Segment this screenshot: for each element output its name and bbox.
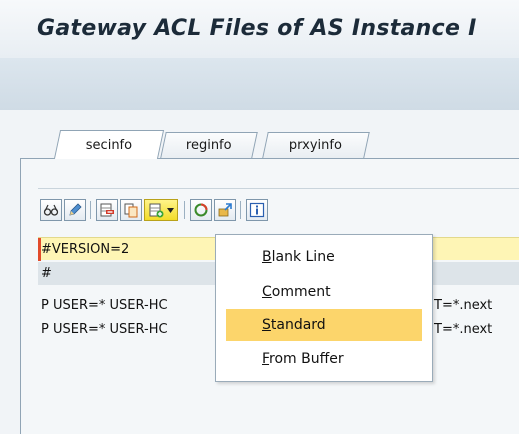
row-text: # (41, 266, 52, 281)
menu-item-label: omment (271, 284, 331, 300)
display-button[interactable] (40, 199, 62, 221)
toolbar-separator (90, 201, 91, 219)
tab-reginfo-label: reginfo (186, 138, 232, 153)
copy-row-icon (124, 203, 138, 218)
insert-row-icon (149, 203, 164, 218)
copy-row-button[interactable] (120, 199, 142, 221)
header-band (0, 58, 519, 111)
menu-item-label: rom Buffer (269, 351, 344, 367)
menu-item-mnemonic: S (262, 317, 271, 333)
edit-button[interactable] (64, 199, 86, 221)
title-bar: Gateway ACL Files of AS Instance I (0, 0, 519, 59)
pencil-icon (69, 203, 82, 216)
glasses-icon (43, 204, 59, 216)
menu-item-mnemonic: C (262, 284, 272, 300)
menu-item-standard[interactable]: Standard (226, 309, 422, 341)
menu-item-mnemonic: F (262, 351, 270, 367)
menu-item-label: tandard (270, 317, 326, 333)
insert-menu: Blank Line Comment Standard From Buffer (215, 234, 433, 382)
tab-prxyinfo[interactable]: prxyinfo (262, 132, 370, 158)
row-text: P USER=* USER-HC (41, 298, 168, 313)
import-icon (218, 203, 232, 217)
toolbar-separator (240, 201, 241, 219)
tab-prxyinfo-label: prxyinfo (289, 138, 343, 153)
menu-item-mnemonic: B (262, 249, 272, 265)
panel-divider (38, 188, 519, 189)
info-icon (249, 202, 265, 218)
tab-secinfo-label: secinfo (85, 137, 133, 153)
tab-reginfo[interactable]: reginfo (160, 132, 258, 158)
menu-item-comment[interactable]: Comment (226, 276, 422, 308)
row-text: P USER=* USER-HC (41, 322, 168, 337)
page-title: Gateway ACL Files of AS Instance I (37, 16, 477, 41)
menu-item-blank-line[interactable]: Blank Line (226, 241, 422, 273)
row-marker (38, 238, 41, 261)
menu-item-label: lank Line (271, 249, 335, 265)
row-text-right: T=*.next (434, 322, 493, 337)
refresh-icon (194, 203, 208, 217)
row-text: #VERSION=2 (41, 242, 130, 257)
import-button[interactable] (214, 199, 236, 221)
dropdown-arrow-icon (167, 207, 174, 213)
row-text-right: T=*.next (434, 298, 493, 313)
insert-row-button[interactable] (144, 199, 178, 221)
toolbar-separator (184, 201, 185, 219)
delete-row-icon (100, 203, 114, 217)
refresh-button[interactable] (190, 199, 212, 221)
delete-row-button[interactable] (96, 199, 118, 221)
tab-secinfo[interactable]: secinfo (53, 130, 165, 159)
menu-item-from-buffer[interactable]: From Buffer (226, 343, 422, 375)
info-button[interactable] (246, 199, 268, 221)
